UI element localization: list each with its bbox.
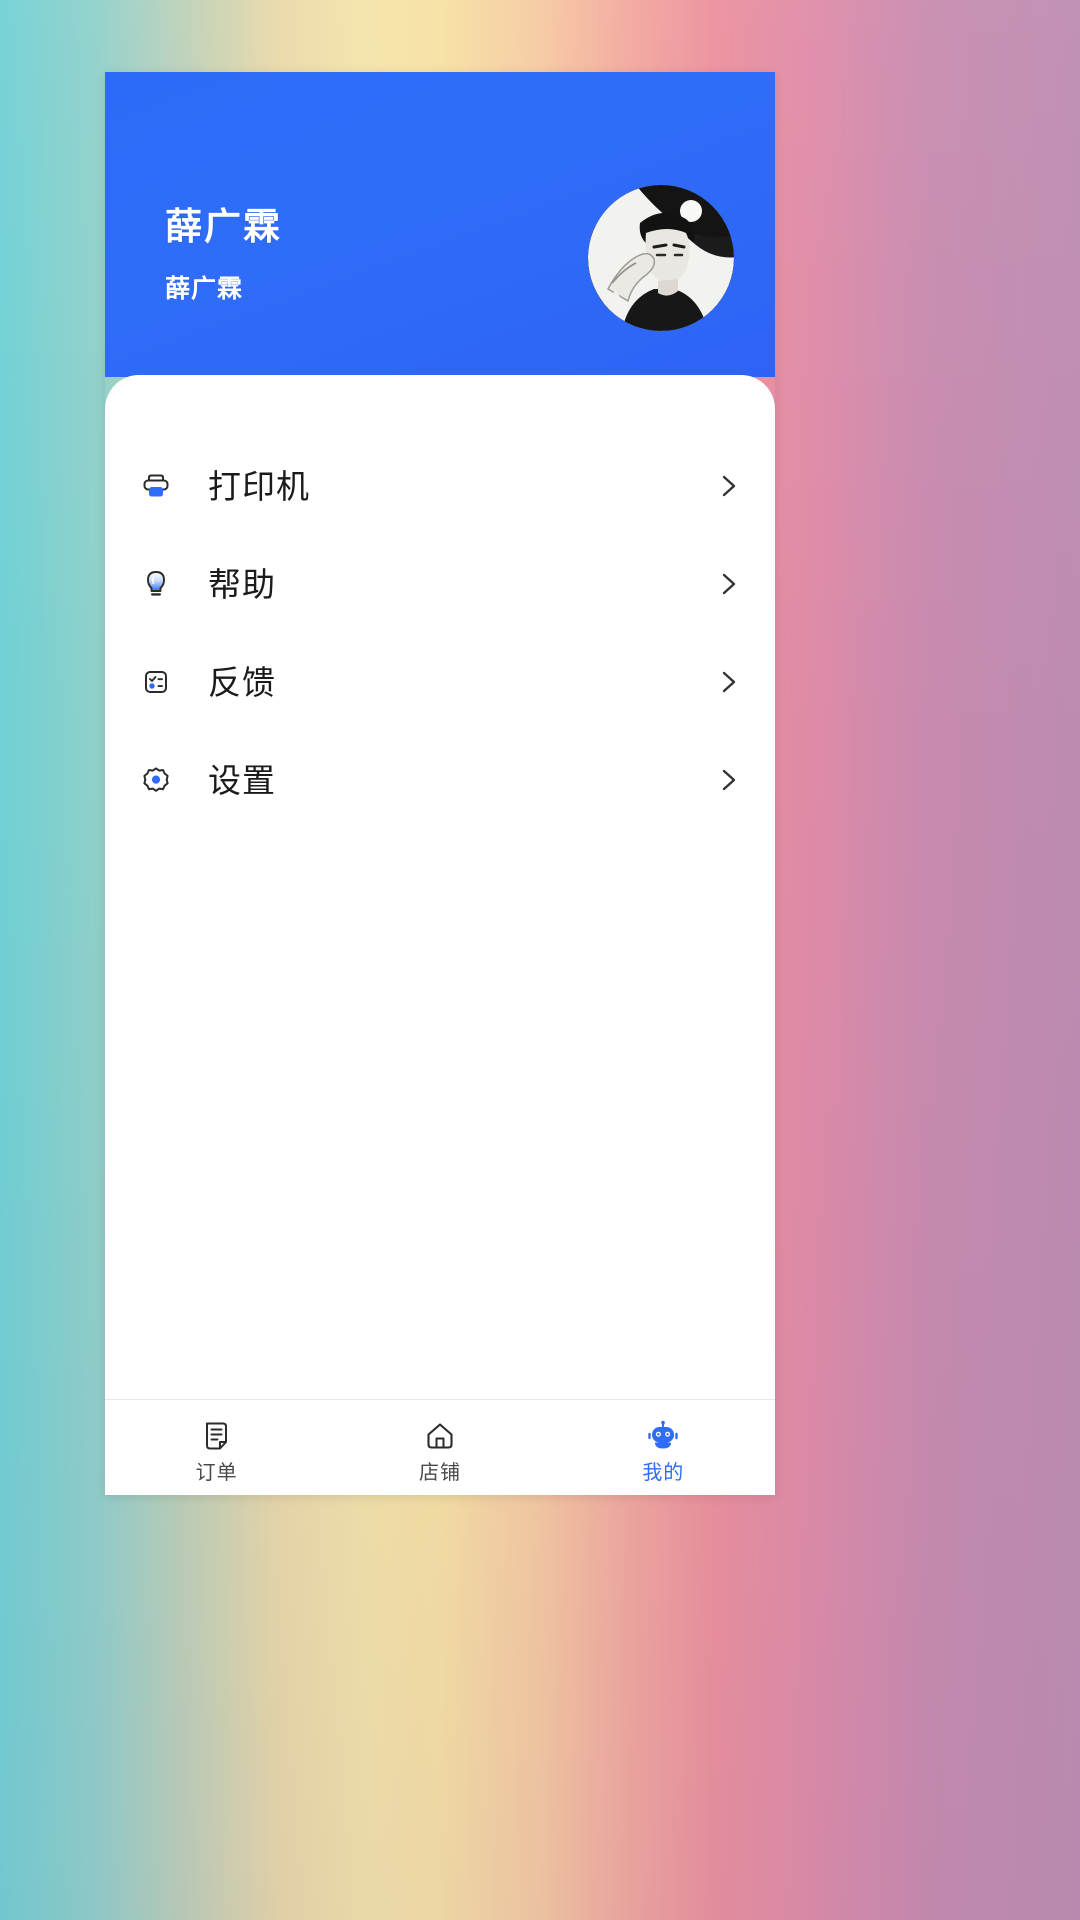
chevron-right-icon — [715, 767, 741, 793]
tab-label: 订单 — [195, 1462, 238, 1484]
settings-menu-list: 打印机 帮助 反馈 设置 — [105, 437, 775, 829]
chevron-right-icon — [715, 473, 741, 499]
menu-item-label: 帮助 — [208, 565, 276, 603]
menu-item-label: 打印机 — [208, 467, 310, 505]
avatar-portrait-icon — [588, 185, 734, 331]
gear-icon — [136, 760, 176, 800]
tab-shop[interactable]: 店铺 — [328, 1400, 551, 1495]
menu-item-help[interactable]: 帮助 — [105, 535, 775, 633]
profile-sub-name: 薛广霖 — [165, 274, 244, 303]
tab-mine[interactable]: 我的 — [552, 1400, 775, 1495]
menu-item-feedback[interactable]: 反馈 — [105, 633, 775, 731]
lightbulb-icon — [136, 564, 176, 604]
menu-item-settings[interactable]: 设置 — [105, 731, 775, 829]
tab-label: 我的 — [642, 1462, 685, 1484]
tab-label: 店铺 — [418, 1462, 461, 1484]
menu-item-label: 设置 — [208, 761, 276, 799]
chevron-right-icon — [715, 669, 741, 695]
profile-name-block: 薛广霖 薛广霖 — [165, 206, 282, 303]
tab-orders[interactable]: 订单 — [105, 1400, 328, 1495]
menu-item-label: 反馈 — [208, 663, 276, 701]
profile-header: 薛广霖 薛广霖 — [105, 72, 775, 377]
chevron-right-icon — [715, 571, 741, 597]
phone-screen: 薛广霖 薛广霖 打印机 帮助 反馈 设置 订单 店铺 我的 — [105, 72, 775, 1495]
bottom-tab-bar: 订单 店铺 我的 — [105, 1399, 775, 1495]
menu-item-printer[interactable]: 打印机 — [105, 437, 775, 535]
content-card: 打印机 帮助 反馈 设置 订单 店铺 我的 — [105, 375, 775, 1495]
order-list-icon — [198, 1416, 236, 1456]
avatar[interactable] — [588, 185, 734, 331]
profile-display-name: 薛广霖 — [165, 206, 282, 247]
checklist-icon — [136, 662, 176, 702]
home-icon — [421, 1416, 459, 1456]
printer-icon — [136, 466, 176, 506]
robot-user-icon — [644, 1416, 682, 1456]
